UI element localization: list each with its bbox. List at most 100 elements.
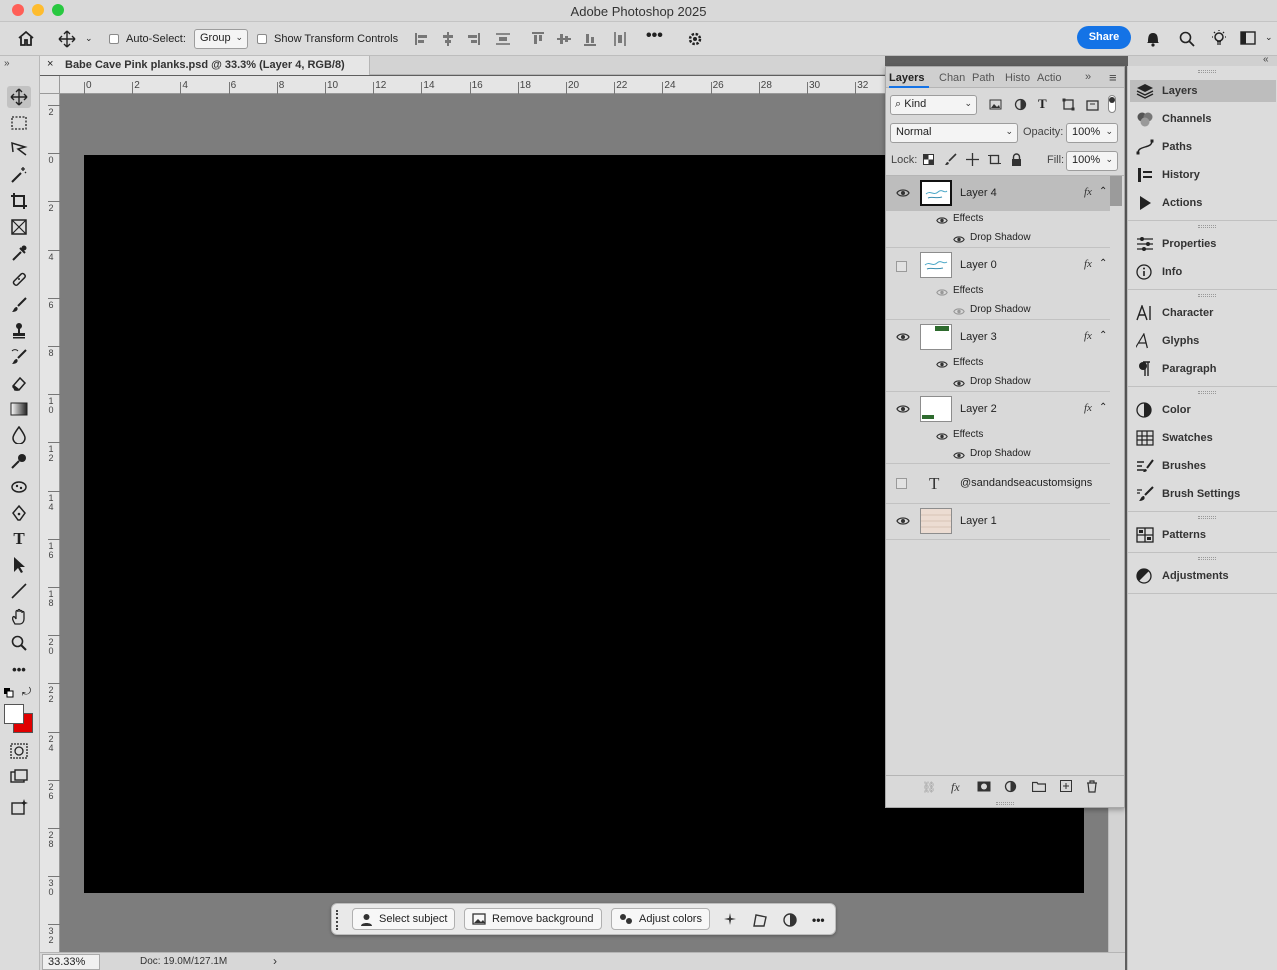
move-tool-icon[interactable]	[7, 86, 31, 108]
horizontal-ruler[interactable]: 0 2 4 6 8 10 12 14 16 18 20 22 24 26 28 30 32	[60, 76, 885, 94]
pen-tool-icon[interactable]	[7, 502, 31, 524]
hand-tool-icon[interactable]	[7, 606, 31, 628]
collapse-effects-icon[interactable]: ⌃	[1099, 330, 1107, 341]
home-icon[interactable]	[17, 30, 35, 47]
dock-grip[interactable]	[1198, 557, 1216, 560]
dock-item-adjustments[interactable]: Adjustments	[1136, 565, 1276, 587]
dock-item-layers[interactable]: Layers	[1130, 80, 1276, 102]
filter-toggle[interactable]	[1108, 95, 1116, 113]
dock-item-info[interactable]: Info	[1136, 261, 1276, 283]
layer-row[interactable]: Layer 0 fx ⌃ Effects Drop Shadow	[886, 248, 1110, 320]
eye-icon[interactable]	[936, 432, 948, 441]
dock-item-properties[interactable]: Properties	[1136, 233, 1276, 255]
trash-icon[interactable]	[1086, 780, 1098, 793]
fx-icon[interactable]: fx	[1084, 186, 1092, 198]
lasso-tool-icon[interactable]	[7, 138, 31, 160]
sponge-tool-icon[interactable]	[7, 476, 31, 498]
line-tool-icon[interactable]	[7, 580, 31, 602]
panel-menu-icon[interactable]: ≡	[1109, 70, 1117, 85]
filter-kind-dropdown[interactable]: ⌕ Kind ⌄	[890, 95, 977, 115]
clone-stamp-tool-icon[interactable]	[7, 320, 31, 342]
eye-icon[interactable]	[896, 332, 910, 342]
layer-list-scrollbar[interactable]	[1110, 176, 1122, 206]
zoom-level[interactable]: 33.33%	[42, 954, 100, 970]
marquee-tool-icon[interactable]	[7, 112, 31, 134]
dock-item-swatches[interactable]: Swatches	[1136, 427, 1276, 449]
healing-brush-tool-icon[interactable]	[7, 268, 31, 290]
collapse-effects-icon[interactable]: ⌃	[1099, 258, 1107, 269]
layer-row[interactable]: Layer 1	[886, 504, 1110, 540]
remove-background-button[interactable]: Remove background	[464, 908, 602, 930]
path-selection-tool-icon[interactable]	[7, 554, 31, 576]
default-colors-icon[interactable]	[4, 688, 14, 698]
dock-grip[interactable]	[1198, 294, 1216, 297]
layer-row[interactable]: T @sandandseacustomsigns	[886, 464, 1110, 504]
eraser-tool-icon[interactable]	[7, 372, 31, 394]
resize-grip[interactable]	[996, 802, 1014, 805]
adjustment-layer-icon[interactable]	[782, 912, 798, 928]
tab-layers[interactable]: Layers	[889, 70, 929, 88]
tab-history[interactable]: Histo	[1005, 70, 1031, 88]
blend-mode-dropdown[interactable]: Normal ⌄	[890, 123, 1018, 143]
filter-smart-object-icon[interactable]	[1086, 98, 1099, 111]
search-icon[interactable]	[1179, 31, 1195, 47]
filter-pixel-icon[interactable]	[989, 99, 1002, 110]
visibility-toggle-off[interactable]	[896, 261, 907, 272]
dock-grip[interactable]	[1198, 516, 1216, 519]
move-tool-preset-icon[interactable]	[58, 30, 76, 48]
filter-shape-icon[interactable]	[1062, 98, 1075, 111]
add-mask-icon[interactable]	[977, 781, 991, 792]
eyedropper-tool-icon[interactable]	[7, 242, 31, 264]
dock-item-paragraph[interactable]: Paragraph	[1136, 358, 1276, 380]
edit-toolbar-icon[interactable]: •••	[7, 658, 31, 680]
fx-icon[interactable]: fx	[1084, 402, 1092, 414]
layer-row[interactable]: Layer 2 fx ⌃ Effects Drop Shadow	[886, 392, 1110, 464]
more-options-icon[interactable]: •••	[646, 28, 663, 44]
dock-grip[interactable]	[1198, 225, 1216, 228]
eye-icon[interactable]	[953, 307, 965, 316]
dock-grip[interactable]	[1198, 70, 1216, 73]
screen-mode-icon[interactable]	[7, 766, 31, 788]
filter-type-icon[interactable]: T	[1038, 96, 1047, 112]
lock-pixels-icon[interactable]	[944, 153, 957, 166]
eye-icon[interactable]	[953, 235, 965, 244]
select-subject-button[interactable]: Select subject	[352, 908, 456, 930]
opacity-input[interactable]: 100% ⌄	[1066, 123, 1118, 143]
swap-colors-icon[interactable]: ⤾	[22, 686, 31, 699]
dock-item-character[interactable]: Character	[1136, 302, 1276, 324]
chevron-down-icon[interactable]: ⌄	[1265, 32, 1273, 43]
document-tab[interactable]: × Babe Cave Pink planks.psd @ 33.3% (Lay…	[40, 56, 370, 75]
close-tab-icon[interactable]: ×	[47, 58, 53, 70]
eye-icon[interactable]	[896, 516, 910, 526]
dock-item-patterns[interactable]: Patterns	[1136, 524, 1276, 546]
align-middle-icon[interactable]	[556, 31, 572, 47]
adjust-colors-button[interactable]: Adjust colors	[611, 908, 710, 930]
drag-handle-icon[interactable]	[336, 910, 340, 930]
more-options-icon[interactable]: •••	[812, 913, 825, 927]
brush-tool-icon[interactable]	[7, 294, 31, 316]
generative-icon[interactable]	[722, 912, 738, 928]
dock-grip[interactable]	[1198, 391, 1216, 394]
distribute-vertical-icon[interactable]	[612, 31, 628, 47]
align-bottom-icon[interactable]	[582, 31, 598, 47]
share-button[interactable]: Share	[1077, 26, 1131, 49]
add-layer-style-icon[interactable]: fx	[951, 780, 960, 795]
chevron-down-icon[interactable]: ⌄	[85, 33, 93, 44]
bell-icon[interactable]	[1145, 30, 1161, 47]
new-adjustment-layer-icon[interactable]	[1004, 780, 1017, 793]
lock-position-icon[interactable]	[966, 153, 979, 166]
generative-fill-icon[interactable]	[7, 796, 31, 818]
crop-tool-icon[interactable]	[7, 190, 31, 212]
collapse-effects-icon[interactable]: ⌃	[1099, 402, 1107, 413]
dock-item-brush-settings[interactable]: Brush Settings	[1136, 483, 1276, 505]
lock-artboard-icon[interactable]	[988, 153, 1001, 166]
zoom-tool-icon[interactable]	[7, 632, 31, 654]
fx-icon[interactable]: fx	[1084, 330, 1092, 342]
new-layer-icon[interactable]	[1060, 780, 1072, 792]
vertical-ruler[interactable]: 202468101214161820222426283032	[40, 94, 60, 952]
eye-icon[interactable]	[936, 360, 948, 369]
tab-channels[interactable]: Chan	[939, 70, 967, 88]
dock-item-color[interactable]: Color	[1136, 399, 1276, 421]
layer-row[interactable]: Layer 4 fx ⌃ Effects Drop Shadow	[886, 176, 1110, 248]
more-tabs-icon[interactable]: »	[1085, 71, 1091, 83]
